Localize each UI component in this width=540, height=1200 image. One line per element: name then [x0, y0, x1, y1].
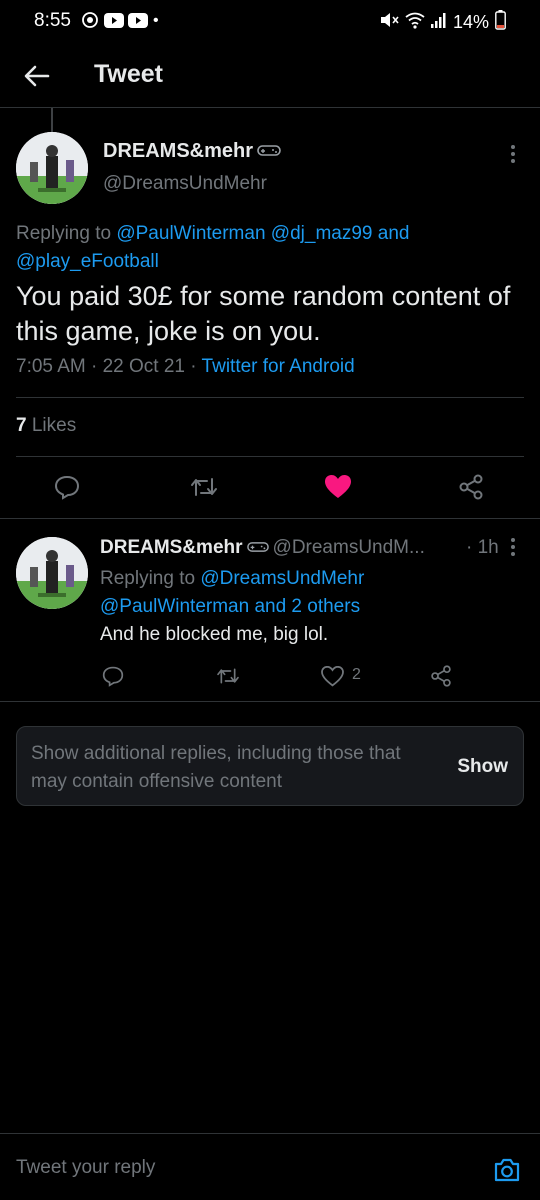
mention-link[interactable]: @PaulWinterman	[116, 223, 265, 244]
reply-like-count: 2	[352, 666, 361, 683]
share-icon	[431, 665, 451, 687]
meta-separator: ·	[190, 356, 197, 377]
wifi-icon	[405, 11, 425, 34]
vertical-dots-icon	[511, 538, 515, 556]
meta-separator: ·	[91, 356, 98, 377]
replying-prefix: Replying to	[100, 568, 196, 589]
tweet-date: 22 Oct 21	[102, 356, 185, 377]
reply-icon	[54, 475, 80, 500]
back-arrow-icon	[24, 65, 50, 87]
mention-and: and	[377, 223, 410, 244]
reply-compose-bar: Tweet your reply	[0, 1133, 540, 1200]
status-right: 14%	[379, 10, 506, 35]
reply-share-button[interactable]	[421, 656, 461, 696]
battery-percent: 14%	[452, 12, 489, 32]
reply-time: · 1h	[466, 537, 499, 558]
status-time: 8:55	[34, 10, 71, 31]
sync-icon	[80, 11, 100, 29]
retweet-button[interactable]	[184, 467, 224, 507]
tweet-metadata: 7:05 AM · 22 Oct 21 · Twitter for Androi…	[16, 356, 355, 378]
author-handle[interactable]: @DreamsUndMehr	[103, 173, 267, 195]
reply-replying-to-line: Replying to @DreamsUndMehr @PaulWinterma…	[100, 565, 510, 621]
status-left-icons	[80, 11, 148, 29]
reply-reply-button[interactable]	[93, 656, 133, 696]
heart-filled-icon	[325, 475, 351, 498]
divider	[16, 456, 524, 457]
reply-like-button[interactable]	[312, 656, 352, 696]
additional-replies-text: Show additional replies, including those…	[31, 743, 401, 792]
reply-more-options-button[interactable]	[503, 532, 523, 562]
notification-dot-icon: •	[153, 12, 159, 29]
like-button[interactable]	[318, 467, 358, 507]
more-options-button[interactable]	[503, 139, 523, 169]
reply-author-avatar[interactable]	[16, 537, 88, 609]
additional-replies-panel: Show additional replies, including those…	[16, 726, 524, 806]
reply-icon	[102, 666, 124, 687]
camera-icon	[494, 1158, 520, 1182]
divider	[16, 397, 524, 398]
likes-number: 7	[16, 415, 27, 436]
likes-label: Likes	[31, 415, 77, 436]
page-title: Tweet	[94, 60, 163, 88]
reply-author-name: DREAMS&mehr	[100, 537, 243, 558]
vertical-dots-icon	[511, 145, 515, 163]
battery-icon	[495, 10, 506, 35]
likes-count[interactable]: 7 Likes	[16, 415, 76, 437]
show-additional-replies-button[interactable]: Show	[457, 756, 508, 778]
camera-button[interactable]	[490, 1153, 524, 1187]
back-button[interactable]	[20, 59, 54, 93]
youtube-icon	[104, 11, 124, 29]
divider	[0, 518, 540, 519]
mention-link[interactable]: @PaulWinterman and 2 others	[100, 596, 360, 617]
divider	[0, 701, 540, 702]
mention-link[interactable]: @play_eFootball	[16, 251, 159, 272]
reply-text: And he blocked me, big lol.	[100, 624, 329, 645]
tweet-source[interactable]: Twitter for Android	[202, 356, 355, 377]
author-avatar[interactable]	[16, 132, 88, 204]
reply-author-handle: @DreamsUndM...	[272, 537, 425, 558]
mention-link[interactable]: @dj_maz99	[271, 223, 373, 244]
gamepad-emoji-icon	[257, 140, 281, 163]
tweet-time: 7:05 AM	[16, 356, 86, 377]
top-bar: Tweet	[0, 44, 540, 108]
retweet-icon	[217, 668, 239, 684]
share-button[interactable]	[451, 467, 491, 507]
author-name[interactable]: DREAMS&mehr	[103, 140, 281, 163]
replying-to-line: Replying to @PaulWinterman @dj_maz99 and…	[16, 220, 526, 276]
replying-prefix: Replying to	[16, 223, 112, 244]
heart-outline-icon	[320, 665, 344, 686]
reply-retweet-button[interactable]	[208, 656, 248, 696]
reply-button[interactable]	[47, 467, 87, 507]
status-bar: 8:55 • 14%	[0, 0, 540, 44]
reply-input[interactable]: Tweet your reply	[16, 1157, 155, 1179]
youtube-icon	[128, 11, 148, 29]
reply-header[interactable]: DREAMS&mehr @DreamsUndM...	[100, 537, 425, 559]
tweet-text: You paid 30£ for some random content of …	[16, 281, 511, 346]
thread-connector-line	[51, 108, 53, 132]
retweet-icon	[191, 478, 217, 496]
gamepad-emoji-icon	[246, 537, 269, 559]
mention-link[interactable]: @DreamsUndMehr	[200, 568, 364, 589]
mute-icon	[379, 11, 399, 34]
signal-icon	[430, 12, 447, 33]
share-icon	[459, 474, 483, 500]
author-name-text: DREAMS&mehr	[103, 140, 254, 162]
